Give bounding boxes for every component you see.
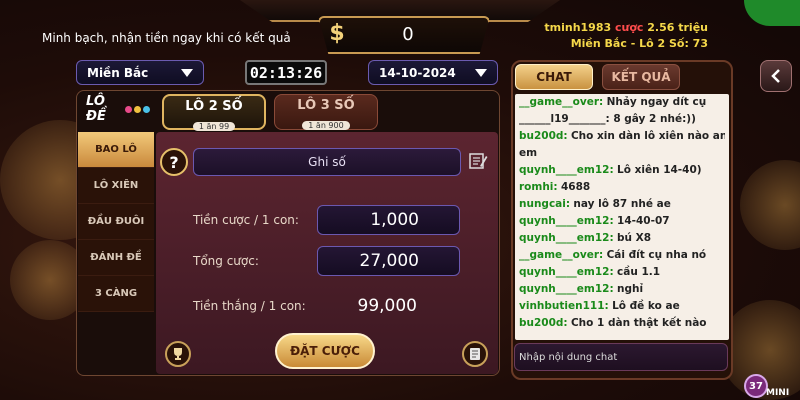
receipt-icon <box>470 348 480 360</box>
user-region-game: Miền Bắc - Lô 2 Số: 73 <box>570 37 708 50</box>
history-button[interactable] <box>462 341 488 367</box>
leaf-decoration <box>744 0 800 26</box>
bet-per-label: Tiền cược / 1 con: <box>193 213 299 227</box>
chat-message: quynh____em12: 14-40-07 <box>519 215 670 227</box>
tab-ket-qua[interactable]: KẾT QUẢ <box>602 64 680 90</box>
chat-message: bu200d: Cho xin dàn lô xiên nào anh <box>519 130 725 142</box>
chat-message: __game__over: Nhảy ngay dít cụ <box>519 96 707 108</box>
countdown-timer: 02:13:26 <box>245 60 327 85</box>
chat-message: quynh____em12: Lô xiên 14-40) <box>519 164 702 176</box>
side-menu: BAO LÔ LÔ XIÊN ĐẦU ĐUÔI ĐÁNH ĐỀ 3 CÀNG <box>78 132 154 312</box>
tab-lo-3-so[interactable]: LÔ 3 SỐ 1 ăn 900 <box>274 94 378 130</box>
side-item-dau-duoi[interactable]: ĐẦU ĐUÔI <box>78 204 154 240</box>
chevron-down-icon <box>181 68 193 77</box>
mini-game-badge[interactable]: 37 <box>744 374 768 398</box>
trophy-icon <box>174 348 182 360</box>
side-item-danh-de[interactable]: ĐÁNH ĐỀ <box>78 240 154 276</box>
bet-per-input[interactable]: 1,000 <box>317 205 460 235</box>
total-bet-value: 27,000 <box>317 246 460 276</box>
back-button[interactable] <box>760 60 792 92</box>
logo-text: LÔ ĐỀ <box>86 94 106 124</box>
region-select[interactable]: Miền Bắc <box>76 60 204 85</box>
chat-message: quynh____em12: bú X8 <box>519 232 652 244</box>
bet-amount: 2.56 triệu <box>647 21 708 34</box>
dice-icon <box>125 105 150 113</box>
side-item-bao-lo[interactable]: BAO LÔ <box>78 132 154 168</box>
chat-message: nungcai: nay lô 87 nhé ae <box>519 198 671 210</box>
tab-label: LÔ 3 SỐ <box>297 98 355 113</box>
chat-message: quynh____em12: nghỉ <box>519 283 644 295</box>
tab-chat[interactable]: CHAT <box>515 64 593 90</box>
chat-message: ______l19_______: 8 gây 2 nhé:)) <box>519 113 696 125</box>
bokeh-light <box>740 160 800 250</box>
chat-message: __game__over: Cái đít cụ nha nó <box>519 249 707 261</box>
chat-message: bu200d: Cho 1 dàn thật kết nào <box>519 317 707 329</box>
side-item-lo-xien[interactable]: LÔ XIÊN <box>78 168 154 204</box>
ghi-so-button[interactable]: Ghi số <box>193 148 461 176</box>
place-bet-button[interactable]: ĐẶT CƯỢC <box>275 333 375 369</box>
chat-message-list[interactable]: __game__over: Nhảy ngay dít cụ ______l19… <box>515 94 729 340</box>
dollar-icon: $ <box>329 21 345 46</box>
balance-value: 0 <box>402 24 414 45</box>
chat-message: romhi: 4688 <box>519 181 591 193</box>
side-item-3-cang[interactable]: 3 CÀNG <box>78 276 154 312</box>
chat-message: quynh____em12: cầu 1.1 <box>519 266 661 278</box>
chat-input[interactable]: Nhập nội dung chat <box>514 343 728 371</box>
tab-lo-2-so[interactable]: LÔ 2 SỐ 1 ăn 99 <box>162 94 266 131</box>
edit-icon[interactable] <box>468 151 488 171</box>
user-info: tminh1983 cược 2.56 triệu Miền Bắc - Lô … <box>544 20 708 52</box>
win-per-label: Tiền thắng / 1 con: <box>193 299 306 313</box>
region-select-value: Miền Bắc <box>87 65 149 80</box>
tagline: Minh bạch, nhận tiền ngay khi có kết quả <box>42 31 291 45</box>
trophy-button[interactable] <box>165 341 191 367</box>
date-select-value: 14-10-2024 <box>379 65 456 80</box>
lode-logo: LÔ ĐỀ <box>80 94 150 124</box>
date-select[interactable]: 14-10-2024 <box>368 60 498 85</box>
bet-label: cược <box>615 21 644 34</box>
total-bet-label: Tổng cược: <box>193 254 259 268</box>
chat-message: vinhbutien111: Lô đề ko ae <box>519 300 680 312</box>
chevron-down-icon <box>475 68 487 77</box>
win-per-value: 99,000 <box>357 296 417 316</box>
tab-odds: 1 ăn 99 <box>192 122 236 131</box>
user-name: tminh1983 <box>544 21 612 34</box>
chevron-left-icon <box>771 69 780 83</box>
mini-label: MINI <box>766 388 790 398</box>
help-button[interactable]: ? <box>160 148 188 176</box>
tab-label: LÔ 2 SỐ <box>185 99 243 114</box>
tab-odds: 1 ăn 900 <box>302 121 350 130</box>
chat-message: em <box>519 147 538 159</box>
